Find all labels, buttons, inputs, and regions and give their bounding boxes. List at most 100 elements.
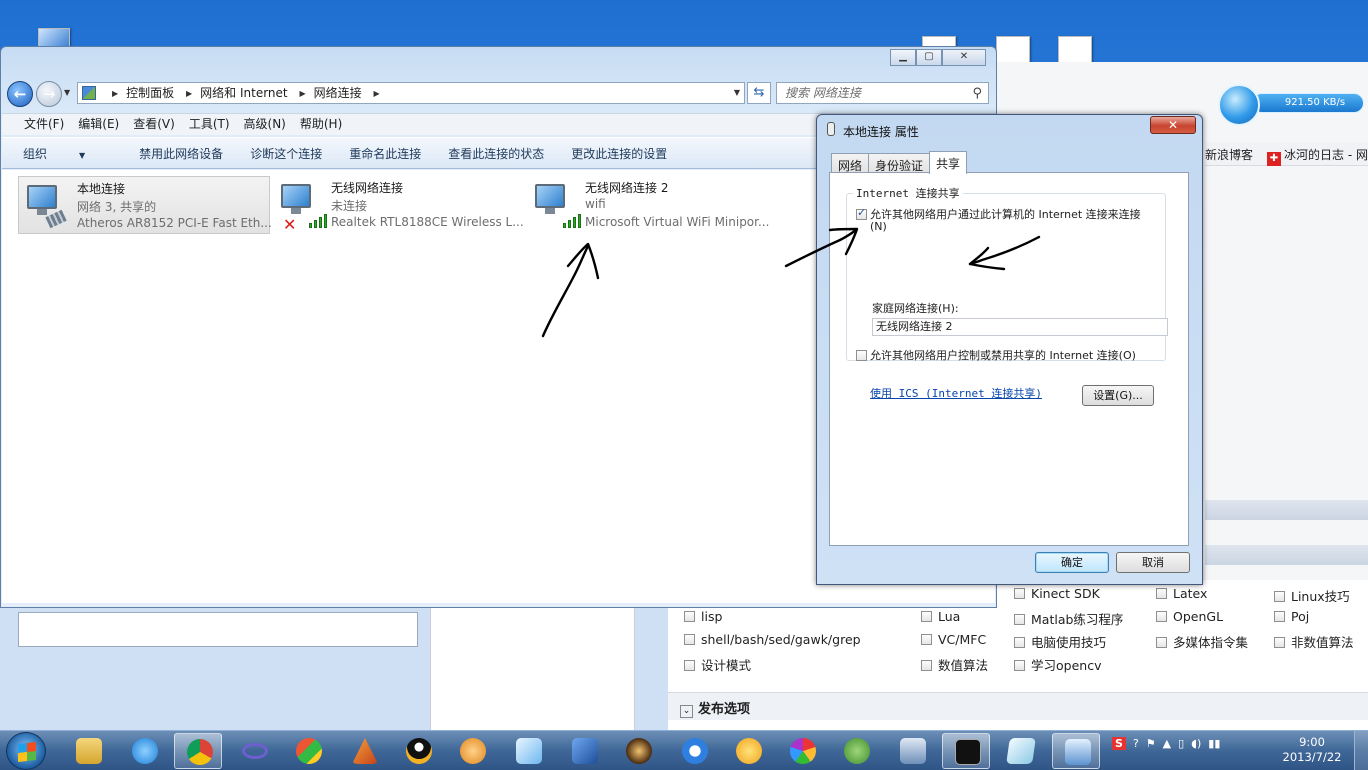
disable-device-button[interactable]: 禁用此网络设备 (139, 147, 223, 161)
menu-edit[interactable]: 编辑(E) (78, 117, 119, 131)
infinity-icon[interactable] (230, 733, 278, 769)
volume-icon[interactable]: ◖) (1191, 737, 1201, 750)
connection-item-wireless[interactable]: ✕ 无线网络连接 未连接 Realtek RTL8188CE Wireless … (273, 176, 524, 234)
ics-help-link[interactable]: 使用 ICS (Internet 连接共享) (870, 385, 1042, 401)
breadcrumb-network-connections[interactable]: 网络连接 (314, 86, 362, 100)
ie-icon[interactable] (120, 733, 168, 769)
pet-icon[interactable] (724, 733, 772, 769)
category-checkbox[interactable]: Latex (1156, 586, 1207, 601)
allow-share-option[interactable]: 允许其他网络用户通过此计算机的 Internet 连接来连接(N) (856, 207, 1150, 233)
tab-sharing[interactable]: 共享 (929, 151, 968, 174)
checkbox[interactable] (1156, 588, 1167, 599)
publish-options-section[interactable]: ⌄ 发布选项 (668, 692, 1368, 720)
picasa-icon[interactable] (778, 733, 826, 769)
checkbox[interactable] (1014, 637, 1025, 648)
category-checkbox[interactable]: Matlab练习程序 (1014, 609, 1123, 628)
category-checkbox[interactable]: Poj (1274, 609, 1309, 624)
checkbox[interactable] (1274, 637, 1285, 648)
checkbox[interactable] (684, 634, 695, 645)
checkbox[interactable] (1274, 611, 1285, 622)
network-tool-icon[interactable] (560, 733, 608, 769)
diagnose-button[interactable]: 诊断这个连接 (250, 147, 322, 161)
allow-control-checkbox[interactable] (856, 350, 867, 361)
breadcrumb-separator-icon[interactable]: ▶ (373, 84, 379, 103)
chevron-down-icon[interactable]: ⌄ (680, 705, 693, 718)
forward-button[interactable]: → (36, 81, 62, 107)
game-icon[interactable] (614, 733, 662, 769)
desktop-file-icon[interactable] (996, 36, 1030, 64)
home-network-field[interactable]: 无线网络连接 2 (872, 318, 1168, 336)
checkbox[interactable] (1156, 611, 1167, 622)
app-icon[interactable] (284, 733, 332, 769)
category-checkbox[interactable]: 学习opencv (1014, 655, 1101, 674)
desktop-computer-icon[interactable] (38, 28, 70, 48)
category-checkbox[interactable]: Lua (921, 609, 960, 624)
history-dropdown-icon[interactable]: ▼ (64, 88, 70, 97)
qq-icon[interactable] (394, 733, 442, 769)
bookmark-binghe-log[interactable]: ✚ 冰河的日志 - 网 (1267, 146, 1368, 166)
clock[interactable]: 9:00 2013/7/22 (1282, 735, 1342, 765)
minimize-button[interactable]: ▁ (890, 49, 916, 66)
tab-network[interactable]: 网络 (831, 153, 870, 173)
checkbox[interactable] (921, 611, 932, 622)
category-checkbox[interactable]: shell/bash/sed/gawk/grep (684, 632, 861, 647)
breadcrumb-separator-icon[interactable]: ▶ (299, 84, 305, 103)
maximize-button[interactable]: ▢ (916, 49, 942, 66)
connection-item-local[interactable]: 本地连接 网络 3, 共享的 Atheros AR8152 PCI-E Fast… (18, 176, 272, 234)
notepad-icon[interactable] (996, 733, 1044, 769)
close-button[interactable]: ✕ (942, 49, 986, 66)
sogou-icon[interactable]: S (1112, 737, 1126, 750)
ok-button[interactable]: 确定 (1035, 552, 1109, 573)
checkbox[interactable] (1014, 588, 1025, 599)
breadcrumb-network-internet[interactable]: 网络和 Internet (200, 86, 287, 100)
breadcrumb-separator-icon[interactable]: ▶ (186, 84, 192, 103)
checkbox[interactable] (1014, 614, 1025, 625)
checkbox[interactable] (1156, 637, 1167, 648)
connection-item-wireless-2[interactable]: 无线网络连接 2 wifi Microsoft Virtual WiFi Min… (527, 176, 777, 234)
menu-file[interactable]: 文件(F) (24, 117, 64, 131)
category-checkbox[interactable]: 多媒体指令集 (1156, 632, 1248, 651)
menu-view[interactable]: 查看(V) (133, 117, 175, 131)
network-center-icon[interactable] (1052, 733, 1100, 769)
terminal-server-icon[interactable] (888, 733, 936, 769)
network-tray-icon[interactable]: ▮▮ (1208, 737, 1220, 750)
start-button[interactable] (6, 732, 46, 770)
help-icon[interactable]: ? (1133, 737, 1139, 750)
view-status-button[interactable]: 查看此连接的状态 (448, 147, 544, 161)
checkbox[interactable] (921, 660, 932, 671)
settings-button[interactable]: 设置(G)... (1082, 385, 1154, 406)
checkbox[interactable] (1274, 591, 1285, 602)
menu-help[interactable]: 帮助(H) (300, 117, 342, 131)
desktop-file-icon[interactable] (1058, 36, 1092, 64)
matlab-icon[interactable] (340, 733, 388, 769)
refresh-button[interactable]: ⇆ (747, 82, 771, 104)
checkbox[interactable] (921, 634, 932, 645)
category-checkbox[interactable]: 设计模式 (684, 655, 751, 674)
photo-icon[interactable] (504, 733, 552, 769)
category-checkbox[interactable]: VC/MFC (921, 632, 986, 647)
dialog-close-button[interactable]: ✕ (1150, 116, 1196, 134)
organize-button[interactable]: 组织 ▼ (23, 147, 112, 161)
menu-tools[interactable]: 工具(T) (189, 117, 230, 131)
menu-advanced[interactable]: 高级(N) (244, 117, 286, 131)
category-checkbox[interactable]: OpenGL (1156, 609, 1223, 624)
back-button[interactable]: ← (7, 81, 33, 107)
address-dropdown-icon[interactable]: ▼ (734, 83, 740, 103)
checkbox[interactable] (684, 660, 695, 671)
category-checkbox[interactable]: 非数值算法 (1274, 632, 1354, 651)
category-checkbox[interactable]: 数值算法 (921, 655, 988, 674)
tab-authentication[interactable]: 身份验证 (868, 153, 931, 173)
checkbox[interactable] (684, 611, 695, 622)
checkbox[interactable] (1014, 660, 1025, 671)
thunder-icon[interactable] (670, 733, 718, 769)
explorer-icon[interactable] (64, 733, 112, 769)
search-icon[interactable]: ⚲ (972, 84, 982, 104)
cancel-button[interactable]: 取消 (1116, 552, 1190, 573)
cmd-icon[interactable] (942, 733, 990, 769)
category-checkbox[interactable]: lisp (684, 609, 722, 624)
category-checkbox[interactable]: Kinect SDK (1014, 586, 1100, 601)
chrome-icon[interactable] (174, 733, 222, 769)
show-desktop-button[interactable] (1354, 731, 1368, 770)
bookmark-sina-blog[interactable]: 新浪博客 (1205, 146, 1253, 163)
evernote-icon[interactable] (832, 733, 880, 769)
